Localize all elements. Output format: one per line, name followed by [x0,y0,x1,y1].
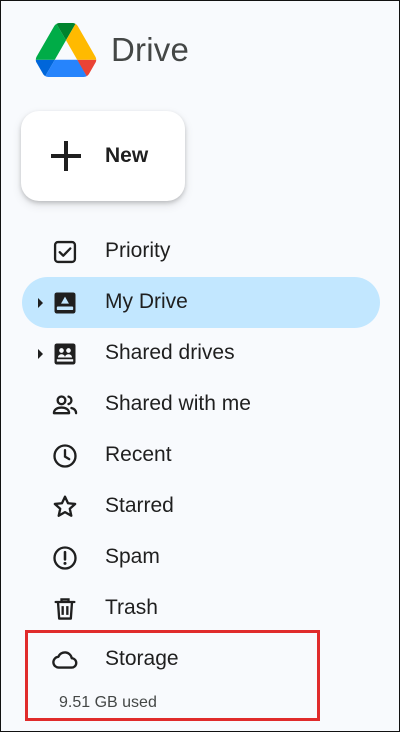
sidebar-item-priority[interactable]: Priority [1,226,399,277]
priority-icon [51,238,79,266]
sidebar-nav: Priority My Drive Shared drives Shared w… [1,226,399,685]
sidebar-item-spam[interactable]: Spam [1,532,399,583]
sidebar-item-label: Shared with me [105,392,251,415]
new-button-label: New [105,144,149,167]
my-drive-icon [51,289,79,317]
sidebar-item-label: Priority [105,239,171,262]
shared-drives-icon [51,340,79,368]
new-button[interactable]: New [21,111,185,201]
expand-caret-icon[interactable] [38,349,43,359]
sidebar-item-trash[interactable]: Trash [1,583,399,634]
clock-icon [51,442,79,470]
sidebar-item-starred[interactable]: Starred [1,481,399,532]
trash-icon [51,595,79,623]
sidebar-item-label: Starred [105,494,174,517]
spam-icon [51,544,79,572]
sidebar-item-shared-drives[interactable]: Shared drives [1,328,399,379]
drive-logo-row[interactable]: Drive [35,23,189,77]
sidebar-item-label: Spam [105,545,160,568]
app-title: Drive [111,31,190,68]
sidebar-item-label: My Drive [105,290,188,313]
sidebar-item-shared-with-me[interactable]: Shared with me [1,379,399,430]
drive-logo-icon [35,23,97,77]
sidebar-item-recent[interactable]: Recent [1,430,399,481]
star-icon [51,493,79,521]
storage-highlight-box [25,630,320,721]
shared-with-me-icon [51,391,79,419]
plus-icon [51,141,81,171]
sidebar-item-label: Shared drives [105,341,235,364]
sidebar-item-label: Trash [105,596,158,619]
sidebar-item-label: Recent [105,443,172,466]
sidebar-item-my-drive[interactable]: My Drive [1,277,399,328]
expand-caret-icon[interactable] [38,298,43,308]
drive-sidebar: Drive New Priority My Drive Shared drive… [0,0,400,732]
